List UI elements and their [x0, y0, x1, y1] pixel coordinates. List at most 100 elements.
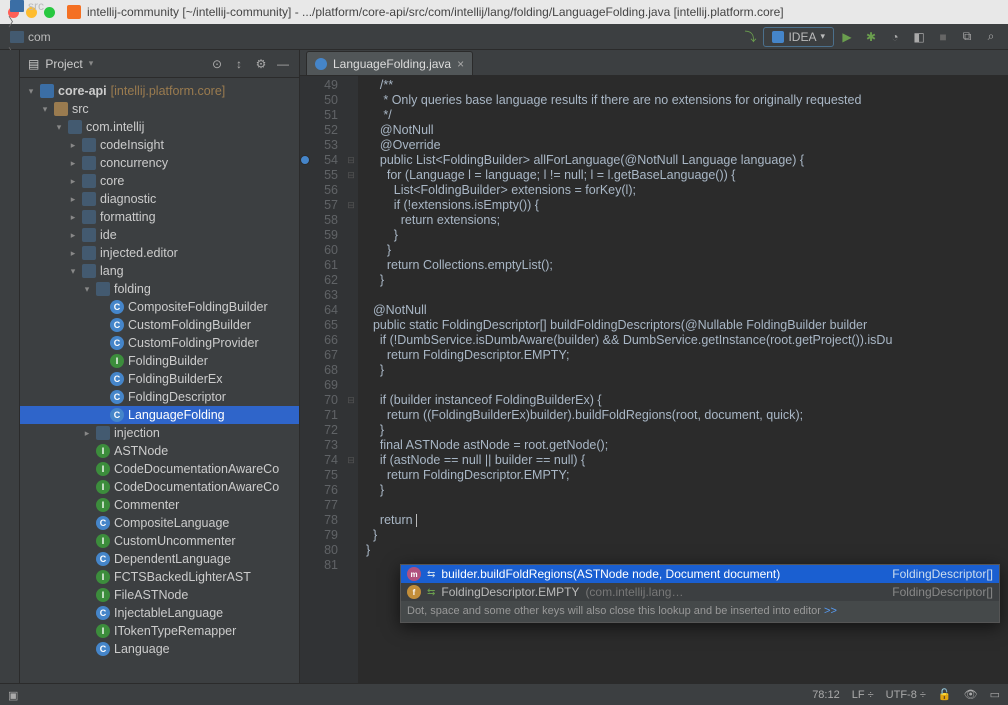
- run-config-icon: [772, 31, 784, 43]
- code-editor[interactable]: 4950515253545556575859606162636465666768…: [300, 76, 1008, 683]
- tree-row[interactable]: CCustomFoldingProvider: [20, 334, 299, 352]
- project-tool-header: ▤ Project ▾ ⊙ ↕ ⚙ —: [20, 50, 299, 78]
- status-bar: ▣ 78:12 LF ÷ UTF-8 ÷ 🔓 👁 ▭: [0, 683, 1008, 705]
- override-marker-icon[interactable]: [300, 155, 310, 165]
- tree-row[interactable]: CCompositeFoldingBuilder: [20, 298, 299, 316]
- field-icon: f: [407, 585, 421, 599]
- intf-icon: I: [96, 624, 110, 638]
- left-tool-strip[interactable]: [0, 50, 20, 683]
- cls-icon: C: [110, 318, 124, 332]
- autocomplete-hint-link[interactable]: >>: [824, 605, 837, 617]
- tree-row[interactable]: folding: [20, 280, 299, 298]
- pkg-icon: [96, 282, 110, 296]
- project-tool-window: ▤ Project ▾ ⊙ ↕ ⚙ — core-api [intellij.p…: [20, 50, 300, 683]
- settings-gear-icon[interactable]: ⚙: [253, 56, 269, 72]
- intf-icon: I: [96, 570, 110, 584]
- tree-row[interactable]: IFCTSBackedLighterAST: [20, 568, 299, 586]
- run-button[interactable]: ▶: [836, 26, 858, 48]
- locate-icon[interactable]: ⊙: [209, 56, 225, 72]
- close-tab-icon[interactable]: ×: [457, 57, 464, 71]
- tool-windows-icon[interactable]: ▣: [8, 689, 20, 701]
- autocomplete-hint: Dot, space and some other keys will also…: [401, 601, 999, 622]
- pkg-icon: [82, 264, 96, 278]
- tree-row[interactable]: CDependentLanguage: [20, 550, 299, 568]
- tree-row[interactable]: IITokenTypeRemapper: [20, 622, 299, 640]
- expand-all-icon[interactable]: ↕: [231, 56, 247, 72]
- autocomplete-popup: m⇆builder.buildFoldRegions(ASTNode node,…: [400, 564, 1000, 623]
- pkg-icon: [82, 192, 96, 206]
- line-number-gutter[interactable]: 4950515253545556575859606162636465666768…: [300, 76, 344, 683]
- intf-icon: I: [96, 480, 110, 494]
- tree-row[interactable]: ICodeDocumentationAwareCo: [20, 478, 299, 496]
- readonly-toggle-icon[interactable]: 🔓: [938, 688, 952, 701]
- tree-row[interactable]: com.intellij: [20, 118, 299, 136]
- memory-indicator-icon[interactable]: ▭: [990, 688, 1000, 701]
- tree-row[interactable]: injection: [20, 424, 299, 442]
- cls-icon: C: [96, 552, 110, 566]
- tree-row[interactable]: CFoldingDescriptor: [20, 388, 299, 406]
- run-config-select[interactable]: IDEA ▾: [763, 27, 834, 47]
- breadcrumb-item[interactable]: com: [6, 30, 124, 44]
- tree-row[interactable]: ICommenter: [20, 496, 299, 514]
- tree-row[interactable]: codeInsight: [20, 136, 299, 154]
- tree-row[interactable]: concurrency: [20, 154, 299, 172]
- search-everywhere-button[interactable]: ⌕: [980, 26, 1002, 48]
- intf-icon: I: [96, 534, 110, 548]
- tree-row[interactable]: diagnostic: [20, 190, 299, 208]
- intf-icon: I: [96, 588, 110, 602]
- tree-row[interactable]: injected.editor: [20, 244, 299, 262]
- stop-button[interactable]: ■: [932, 26, 954, 48]
- pkg-icon: [82, 246, 96, 260]
- tree-row[interactable]: ICodeDocumentationAwareCo: [20, 460, 299, 478]
- cls-icon: C: [96, 606, 110, 620]
- tree-row[interactable]: core: [20, 172, 299, 190]
- cls-icon: C: [110, 300, 124, 314]
- cls-icon: C: [110, 408, 124, 422]
- tree-row[interactable]: CLanguage: [20, 640, 299, 658]
- debug-button[interactable]: ✱: [860, 26, 882, 48]
- pkg-icon: [82, 228, 96, 242]
- file-encoding[interactable]: UTF-8 ÷: [886, 689, 926, 701]
- tree-row[interactable]: CLanguageFolding: [20, 406, 299, 424]
- profile-button[interactable]: ◧: [908, 26, 930, 48]
- pkg-icon: [96, 426, 110, 440]
- tree-row[interactable]: CCustomFoldingBuilder: [20, 316, 299, 334]
- intf-icon: I: [96, 498, 110, 512]
- hide-icon[interactable]: —: [275, 56, 291, 72]
- tree-row[interactable]: ICustomUncommenter: [20, 532, 299, 550]
- tree-row[interactable]: IFileASTNode: [20, 586, 299, 604]
- folder-icon: [54, 102, 68, 116]
- titlebar: intellij-community [~/intellij-community…: [0, 0, 1008, 24]
- breadcrumb-item[interactable]: src: [6, 0, 124, 13]
- tree-row[interactable]: IASTNode: [20, 442, 299, 460]
- cls-icon: C: [96, 516, 110, 530]
- tree-row[interactable]: CCompositeLanguage: [20, 514, 299, 532]
- window-title: intellij-community [~/intellij-community…: [87, 5, 784, 19]
- tree-row[interactable]: src: [20, 100, 299, 118]
- vcs-button[interactable]: ⧉: [956, 26, 978, 48]
- project-tree[interactable]: core-api [intellij.platform.core]srccom.…: [20, 78, 299, 683]
- tab-languagefolding[interactable]: LanguageFolding.java ×: [306, 51, 473, 75]
- fold-gutter[interactable]: ⊟⊟⊟⊟⊟: [344, 76, 358, 683]
- caret-position[interactable]: 78:12: [812, 689, 840, 701]
- autocomplete-item[interactable]: f⇆FoldingDescriptor.EMPTY (com.intellij.…: [401, 583, 999, 601]
- tree-row[interactable]: core-api [intellij.platform.core]: [20, 82, 299, 100]
- pkg-icon: [68, 120, 82, 134]
- cls-icon: C: [110, 390, 124, 404]
- inspections-icon[interactable]: 👁: [964, 688, 978, 701]
- cls-icon: C: [110, 336, 124, 350]
- tree-row[interactable]: CFoldingBuilderEx: [20, 370, 299, 388]
- method-icon: m: [407, 567, 421, 581]
- coverage-button[interactable]: ◔: [884, 26, 906, 48]
- tree-row[interactable]: lang: [20, 262, 299, 280]
- tree-row[interactable]: IFoldingBuilder: [20, 352, 299, 370]
- pkg-icon: [82, 174, 96, 188]
- tree-row[interactable]: formatting: [20, 208, 299, 226]
- intf-icon: I: [110, 354, 124, 368]
- build-button[interactable]: ⤵: [739, 26, 761, 48]
- tree-row[interactable]: ide: [20, 226, 299, 244]
- run-config-label: IDEA: [788, 30, 816, 44]
- tree-row[interactable]: CInjectableLanguage: [20, 604, 299, 622]
- autocomplete-item[interactable]: m⇆builder.buildFoldRegions(ASTNode node,…: [401, 565, 999, 583]
- line-separator[interactable]: LF ÷: [852, 689, 874, 701]
